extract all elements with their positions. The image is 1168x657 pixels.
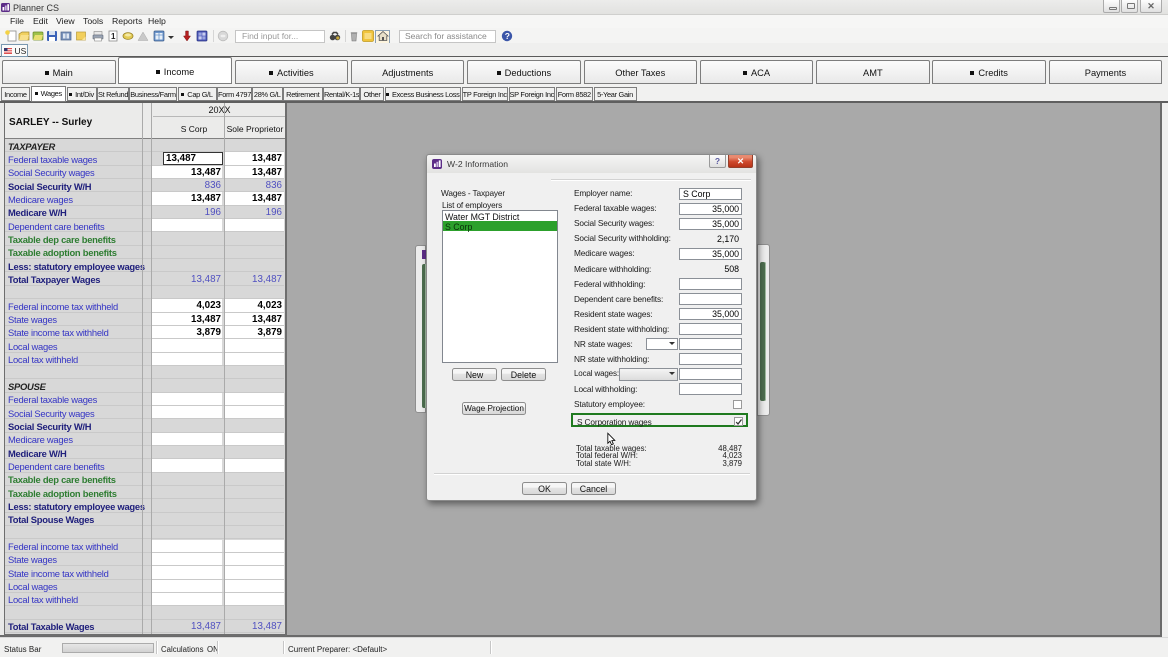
svg-text:?: ? xyxy=(505,31,510,41)
svg-text:1: 1 xyxy=(111,32,116,41)
